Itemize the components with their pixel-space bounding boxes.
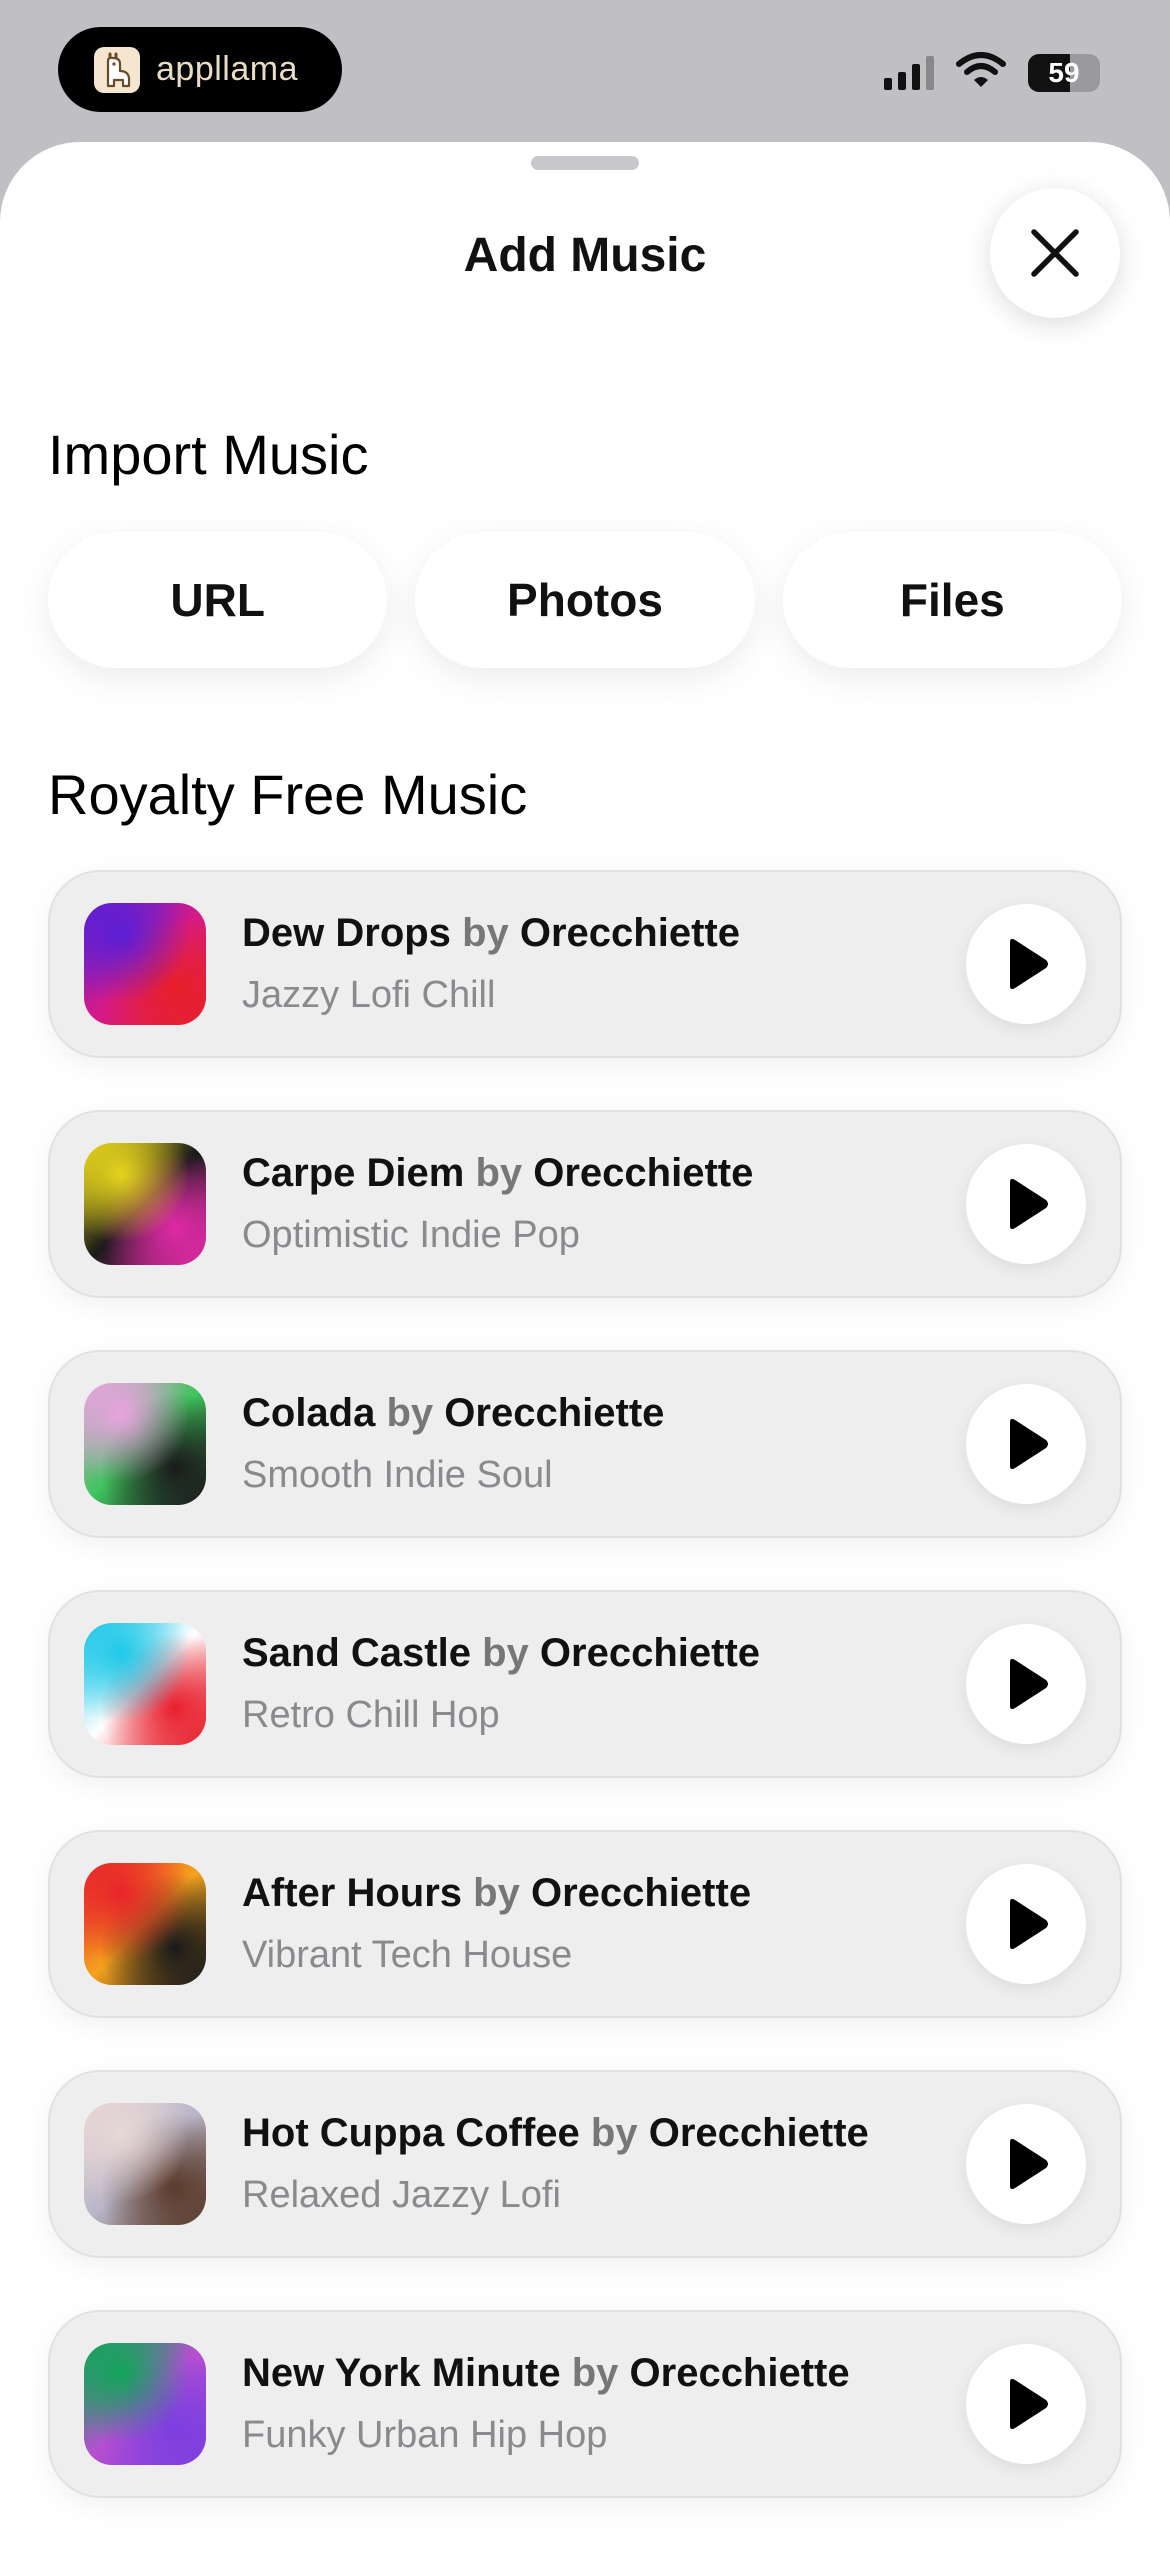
track-row[interactable]: Hot Cuppa Coffee by Orecchiette Relaxed …	[48, 2070, 1122, 2258]
play-icon	[1010, 1418, 1048, 1470]
track-genre: Retro Chill Hop	[242, 1694, 500, 1736]
track-artwork	[84, 1383, 206, 1505]
track-by: by	[462, 911, 509, 955]
track-artwork	[84, 2103, 206, 2225]
track-artist: Orecchiette	[519, 911, 740, 955]
play-button[interactable]	[966, 904, 1086, 1024]
sheet-grabber[interactable]	[531, 156, 639, 170]
royalty-free-heading: Royalty Free Music	[48, 763, 528, 826]
play-button[interactable]	[966, 2344, 1086, 2464]
track-by: by	[473, 1871, 520, 1915]
track-genre: Jazzy Lofi Chill	[242, 974, 496, 1016]
track-row[interactable]: Colada by Orecchiette Smooth Indie Soul	[48, 1350, 1122, 1538]
track-artist: Orecchiette	[444, 1391, 665, 1435]
play-button[interactable]	[966, 1144, 1086, 1264]
wifi-icon	[956, 52, 1006, 93]
track-artwork	[84, 1143, 206, 1265]
close-icon	[1031, 229, 1079, 277]
track-by: by	[590, 2111, 638, 2155]
track-genre: Vibrant Tech House	[242, 1934, 573, 1976]
track-row[interactable]: Sand Castle by Orecchiette Retro Chill H…	[48, 1590, 1122, 1778]
track-genre: Funky Urban Hip Hop	[242, 2414, 608, 2456]
play-button[interactable]	[966, 1384, 1086, 1504]
track-artwork	[84, 2343, 206, 2465]
llama-logo-icon	[94, 46, 140, 93]
track-title: Carpe Diem	[242, 1151, 465, 1195]
track-title: New York Minute	[242, 2351, 561, 2395]
play-icon	[1010, 1898, 1048, 1950]
close-button[interactable]	[990, 188, 1120, 318]
track-artist: Orecchiette	[530, 1871, 752, 1915]
track-by: by	[571, 2351, 619, 2395]
track-row[interactable]: Dew Drops by Orecchiette Jazzy Lofi Chil…	[48, 870, 1122, 1058]
track-title: After Hours	[242, 1871, 463, 1915]
track-genre: Smooth Indie Soul	[242, 1454, 553, 1496]
track-genre: Relaxed Jazzy Lofi	[242, 2174, 561, 2216]
track-by: by	[482, 1631, 529, 1675]
play-icon	[1010, 2138, 1048, 2190]
track-title: Hot Cuppa Coffee	[242, 2111, 580, 2155]
play-button[interactable]	[966, 1864, 1086, 1984]
track-artwork	[84, 903, 206, 1025]
track-row[interactable]: After Hours by Orecchiette Vibrant Tech …	[48, 1830, 1122, 2018]
app-badge[interactable]: appllama	[58, 27, 342, 112]
track-title: Dew Drops	[242, 911, 451, 955]
play-icon	[1010, 938, 1048, 990]
status-bar: appllama 59	[0, 0, 1170, 140]
cellular-signal-icon	[884, 55, 934, 90]
app-name: appllama	[156, 50, 298, 88]
import-buttons: URL Photos Files	[48, 532, 1122, 668]
track-artist: Orecchiette	[533, 1151, 754, 1195]
track-artist: Orecchiette	[629, 2351, 850, 2395]
battery-icon: 59	[1028, 53, 1100, 92]
track-title: Sand Castle	[242, 1631, 471, 1675]
import-music-heading: Import Music	[48, 423, 369, 486]
import-files-button[interactable]: Files	[782, 532, 1122, 668]
track-artist: Orecchiette	[648, 2111, 869, 2155]
battery-level: 59	[1048, 56, 1080, 88]
import-url-button[interactable]: URL	[48, 532, 388, 668]
import-photos-button[interactable]: Photos	[415, 532, 755, 668]
play-button[interactable]	[966, 2104, 1086, 2224]
play-icon	[1010, 1178, 1048, 1230]
track-by: by	[386, 1391, 434, 1435]
status-indicators: 59	[884, 52, 1100, 93]
play-icon	[1010, 1658, 1048, 1710]
track-row[interactable]: New York Minute by Orecchiette Funky Urb…	[48, 2310, 1122, 2498]
track-artist: Orecchiette	[539, 1631, 761, 1675]
track-title: Colada	[242, 1391, 376, 1435]
track-row[interactable]: Carpe Diem by Orecchiette Optimistic Ind…	[48, 1110, 1122, 1298]
play-button[interactable]	[966, 1624, 1086, 1744]
track-by: by	[475, 1151, 523, 1195]
track-list: Dew Drops by Orecchiette Jazzy Lofi Chil…	[48, 870, 1122, 2550]
play-icon	[1010, 2378, 1048, 2430]
track-artwork	[84, 1623, 206, 1745]
add-music-sheet: Add Music Import Music URL Photos Files …	[0, 142, 1170, 2562]
track-artwork	[84, 1863, 206, 1985]
track-genre: Optimistic Indie Pop	[242, 1214, 580, 1256]
